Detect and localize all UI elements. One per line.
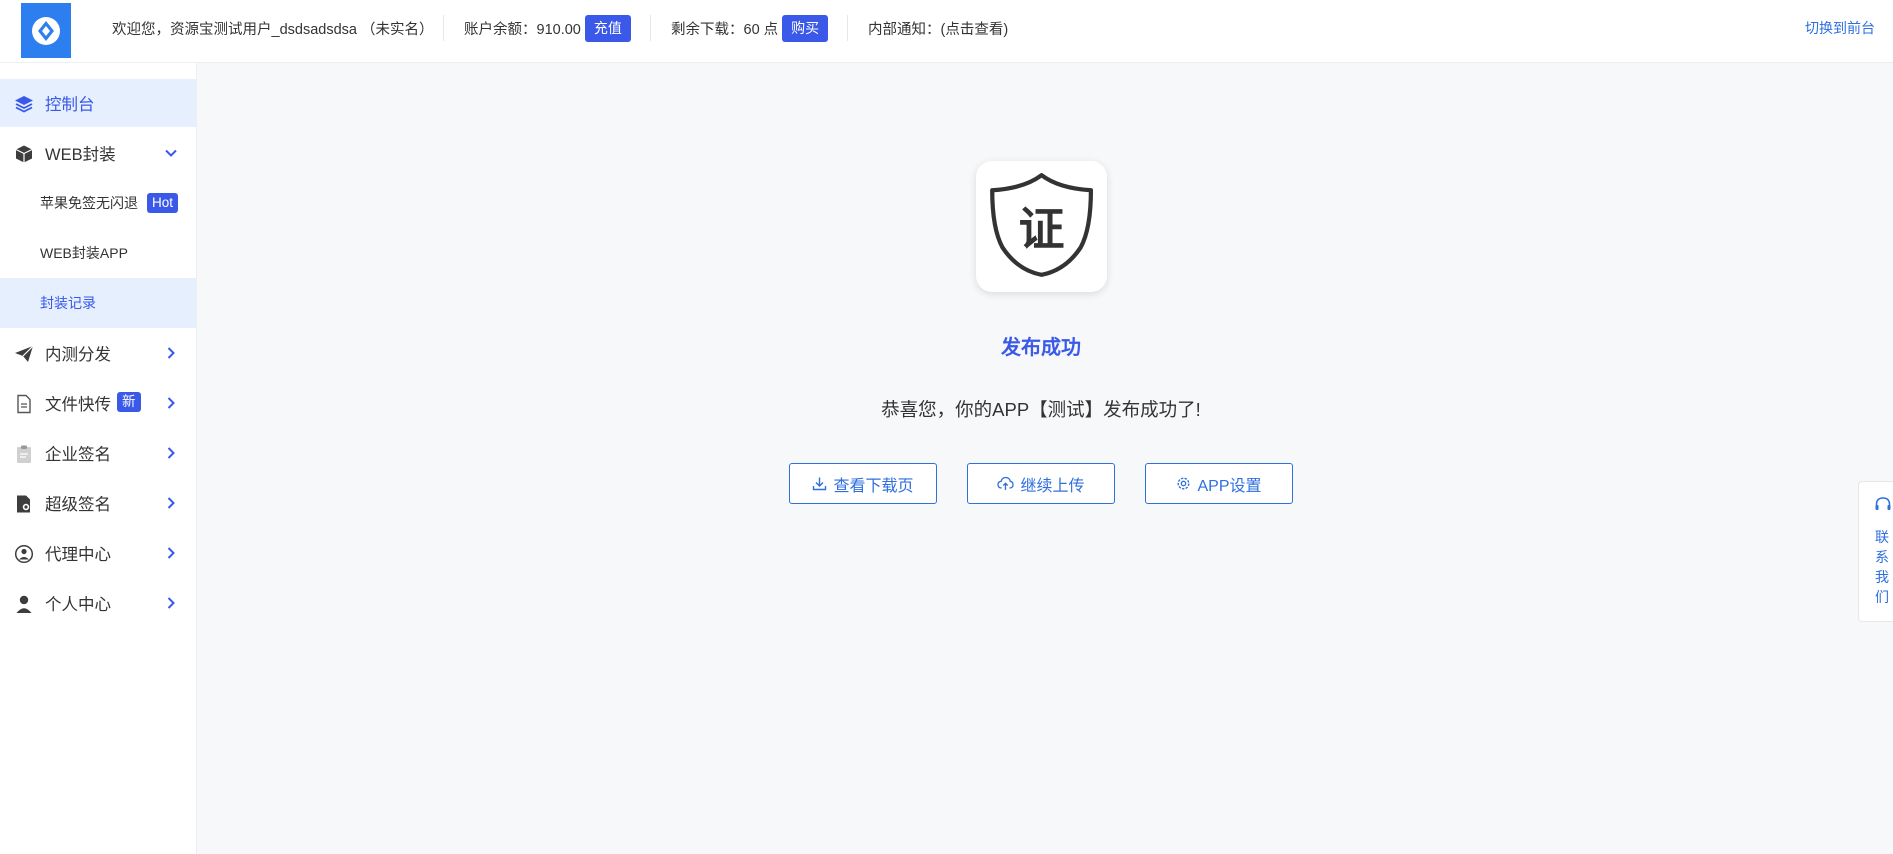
divider <box>847 15 848 41</box>
sidebar-item-label: 个人中心 <box>45 596 111 614</box>
sidebar-item-super-sign[interactable]: 超级签名 <box>0 479 196 527</box>
sidebar-subitem-label: 苹果免签无闪退 <box>40 195 138 211</box>
continue-upload-button[interactable]: 继续上传 <box>967 463 1115 504</box>
new-badge: 新 <box>117 392 141 412</box>
sidebar-item-agent-center[interactable]: 代理中心 <box>0 529 196 577</box>
balance-label: 账户余额：910.00 <box>464 21 581 38</box>
agent-icon <box>14 544 34 564</box>
divider <box>650 15 651 41</box>
chevron-right-icon <box>167 497 175 509</box>
sidebar-item-personal-center[interactable]: 个人中心 <box>0 579 196 627</box>
cloud-upload-icon <box>997 476 1015 490</box>
sidebar-item-label: WEB封装 <box>45 146 116 164</box>
app-icon: 证 <box>976 161 1107 292</box>
sidebar-item-label: 企业签名 <box>45 446 111 464</box>
sidebar-item-web-wrap[interactable]: WEB封装 <box>0 129 196 177</box>
gear-icon <box>1177 477 1190 490</box>
success-title: 发布成功 <box>1001 337 1081 359</box>
app-settings-button[interactable]: APP设置 <box>1145 463 1293 504</box>
sidebar-item-label: 超级签名 <box>45 496 111 514</box>
sidebar: 控制台 WEB封装 苹果免签无闪退 Hot WEB封装APP 封装记录 内测分发 <box>0 63 197 854</box>
layers-icon <box>15 96 33 113</box>
sidebar-item-label: 内测分发 <box>45 346 111 364</box>
buy-button[interactable]: 购买 <box>782 14 829 42</box>
button-label: 继续上传 <box>1020 477 1085 495</box>
recharge-button[interactable]: 充值 <box>584 14 631 42</box>
chevron-right-icon <box>167 547 175 559</box>
downloads-label: 剩余下载：60 点 <box>671 21 779 38</box>
chevron-right-icon <box>167 347 175 359</box>
button-label: APP设置 <box>1197 477 1262 495</box>
logo-icon <box>32 16 60 45</box>
download-icon <box>813 477 827 491</box>
app-logo[interactable] <box>21 3 71 58</box>
contact-us-float[interactable]: 联系我们 <box>1858 481 1893 622</box>
sidebar-subitem-label: 封装记录 <box>40 295 96 311</box>
chevron-right-icon <box>167 397 175 409</box>
box-icon <box>15 145 33 163</box>
sidebar-item-enterprise-sign[interactable]: 企业签名 <box>0 429 196 477</box>
balance-group: 账户余额：910.00 充值 <box>464 0 631 56</box>
success-message: 恭喜您，你的APP【测试】发布成功了! <box>881 399 1201 420</box>
sidebar-subitem-web-wrap-app[interactable]: WEB封装APP <box>0 228 196 278</box>
downloads-group: 剩余下载：60 点 购买 <box>671 0 829 56</box>
view-download-page-button[interactable]: 查看下载页 <box>789 463 937 504</box>
sidebar-item-dashboard[interactable]: 控制台 <box>0 79 196 127</box>
button-label: 查看下载页 <box>833 477 914 495</box>
file-transfer-icon <box>17 394 31 414</box>
chevron-right-icon <box>167 597 175 609</box>
user-icon <box>16 595 32 613</box>
divider <box>443 15 444 41</box>
sidebar-subitem-apple-free-sign[interactable]: 苹果免签无闪退 Hot <box>0 178 196 228</box>
sidebar-subitem-label: WEB封装APP <box>40 245 128 261</box>
paper-plane-icon <box>15 345 34 362</box>
internal-notice-link[interactable]: 内部通知：(点击查看) <box>868 0 1008 56</box>
certificate-icon <box>17 495 30 513</box>
sidebar-item-file-transfer[interactable]: 文件快传 新 <box>0 379 196 427</box>
welcome-text: 欢迎您，资源宝测试用户_dsdsadsdsa （未实名） <box>112 21 434 38</box>
sidebar-item-label: 代理中心 <box>45 546 111 564</box>
top-bar: 欢迎您，资源宝测试用户_dsdsadsdsa （未实名） 账户余额：910.00… <box>0 0 1893 63</box>
sidebar-item-label: 控制台 <box>45 96 95 114</box>
sidebar-item-label: 文件快传 <box>45 396 111 414</box>
headset-icon <box>1875 497 1891 510</box>
switch-to-front-link[interactable]: 切换到前台 <box>1805 0 1875 56</box>
shield-certificate-icon: 证 <box>990 173 1094 277</box>
clipboard-icon <box>17 445 31 463</box>
chevron-down-icon <box>165 149 177 157</box>
sidebar-item-beta-distribution[interactable]: 内测分发 <box>0 329 196 377</box>
sidebar-subitem-wrap-records[interactable]: 封装记录 <box>0 278 196 328</box>
hot-badge: Hot <box>147 193 179 213</box>
app-icon-glyph: 证 <box>1019 202 1065 256</box>
contact-us-label: 联系我们 <box>1875 529 1889 605</box>
chevron-right-icon <box>167 447 175 459</box>
